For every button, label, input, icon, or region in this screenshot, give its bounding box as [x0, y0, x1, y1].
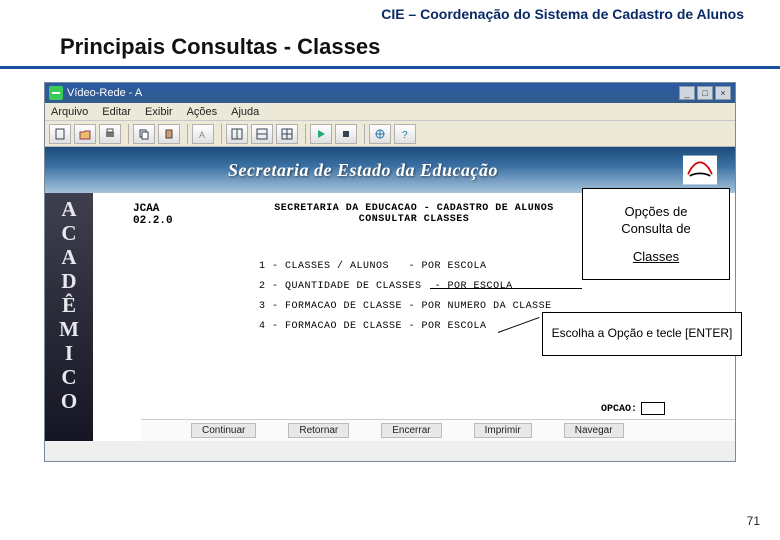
- svg-text:A: A: [199, 130, 205, 140]
- tool-globe-icon[interactable]: [369, 124, 391, 144]
- opcao-input[interactable]: [641, 402, 665, 415]
- tool-grid1-icon[interactable]: [226, 124, 248, 144]
- tool-print-icon[interactable]: [99, 124, 121, 144]
- sidebar-letter: C: [61, 365, 76, 389]
- menu-acoes[interactable]: Ações: [187, 106, 218, 118]
- sidebar-letter: A: [61, 245, 76, 269]
- separator: [305, 124, 306, 144]
- tool-a-icon[interactable]: A: [192, 124, 214, 144]
- sidebar-letter: I: [65, 341, 73, 365]
- separator: [128, 124, 129, 144]
- separator: [187, 124, 188, 144]
- sidebar-letter: M: [59, 317, 79, 341]
- menu-ajuda[interactable]: Ajuda: [231, 106, 259, 118]
- page-number: 71: [747, 514, 760, 528]
- minimize-button[interactable]: _: [679, 86, 695, 100]
- action-encerrar[interactable]: Encerrar: [381, 423, 441, 438]
- action-continuar[interactable]: Continuar: [191, 423, 256, 438]
- menu-arquivo[interactable]: Arquivo: [51, 106, 88, 118]
- action-bar: Continuar Retornar Encerrar Imprimir Nav…: [141, 419, 735, 441]
- separator: [364, 124, 365, 144]
- option-row: 4 - FORMACAO DE CLASSE - POR ESCOLA: [259, 317, 552, 337]
- tool-play-icon[interactable]: [310, 124, 332, 144]
- sidebar-letter: D: [61, 269, 76, 293]
- banner-title: Secretaria de Estado da Educação: [53, 160, 673, 181]
- option-list: 1 - CLASSES / ALUNOS - POR ESCOLA 2 - QU…: [259, 257, 552, 337]
- callout-opcoes: Opções deConsulta de Classes: [582, 188, 730, 280]
- sidebar-letter: C: [61, 221, 76, 245]
- tool-folder-icon[interactable]: [74, 124, 96, 144]
- svg-text:?: ?: [402, 130, 408, 140]
- menubar: Arquivo Editar Exibir Ações Ajuda: [45, 103, 735, 121]
- titlebar: Vídeo-Rede - A _ □ ×: [45, 83, 735, 103]
- callout-instrucao: Escolha a Opção e tecle [ENTER]: [542, 312, 742, 356]
- action-navegar[interactable]: Navegar: [564, 423, 624, 438]
- divider: [0, 66, 780, 69]
- toolbar: A ?: [45, 121, 735, 147]
- tool-grid2-icon[interactable]: [251, 124, 273, 144]
- maximize-button[interactable]: □: [697, 86, 713, 100]
- tool-copy-icon[interactable]: [133, 124, 155, 144]
- menu-exibir[interactable]: Exibir: [145, 106, 173, 118]
- leader-line: [430, 288, 582, 289]
- separator: [221, 124, 222, 144]
- close-button[interactable]: ×: [715, 86, 731, 100]
- tool-paste-icon[interactable]: [158, 124, 180, 144]
- tool-stop-icon[interactable]: [335, 124, 357, 144]
- window-title: Vídeo-Rede - A: [67, 87, 142, 99]
- tool-doc-icon[interactable]: [49, 124, 71, 144]
- opcao-field: OPCAO:: [601, 402, 665, 415]
- tool-grid3-icon[interactable]: [276, 124, 298, 144]
- gov-logo-icon: [673, 153, 727, 187]
- sidebar-letter: Ê: [62, 293, 76, 317]
- sidebar-letter: A: [61, 197, 76, 221]
- sidebar-letter: O: [61, 389, 77, 413]
- app-icon: [49, 86, 63, 100]
- sidebar-academico: A C A D Ê M I C O: [45, 193, 93, 441]
- tool-help-icon[interactable]: ?: [394, 124, 416, 144]
- slide-title: Principais Consultas - Classes: [60, 34, 380, 60]
- slide-header: CIE – Coordenação do Sistema de Cadastro…: [381, 6, 744, 22]
- menu-editar[interactable]: Editar: [102, 106, 131, 118]
- option-row: 1 - CLASSES / ALUNOS - POR ESCOLA: [259, 257, 552, 277]
- option-row: 3 - FORMACAO DE CLASSE - POR NUMERO DA C…: [259, 297, 552, 317]
- action-retornar[interactable]: Retornar: [288, 423, 349, 438]
- banner: Secretaria de Estado da Educação: [45, 147, 735, 193]
- action-imprimir[interactable]: Imprimir: [474, 423, 532, 438]
- option-row: 2 - QUANTIDADE DE CLASSES - POR ESCOLA: [259, 277, 552, 297]
